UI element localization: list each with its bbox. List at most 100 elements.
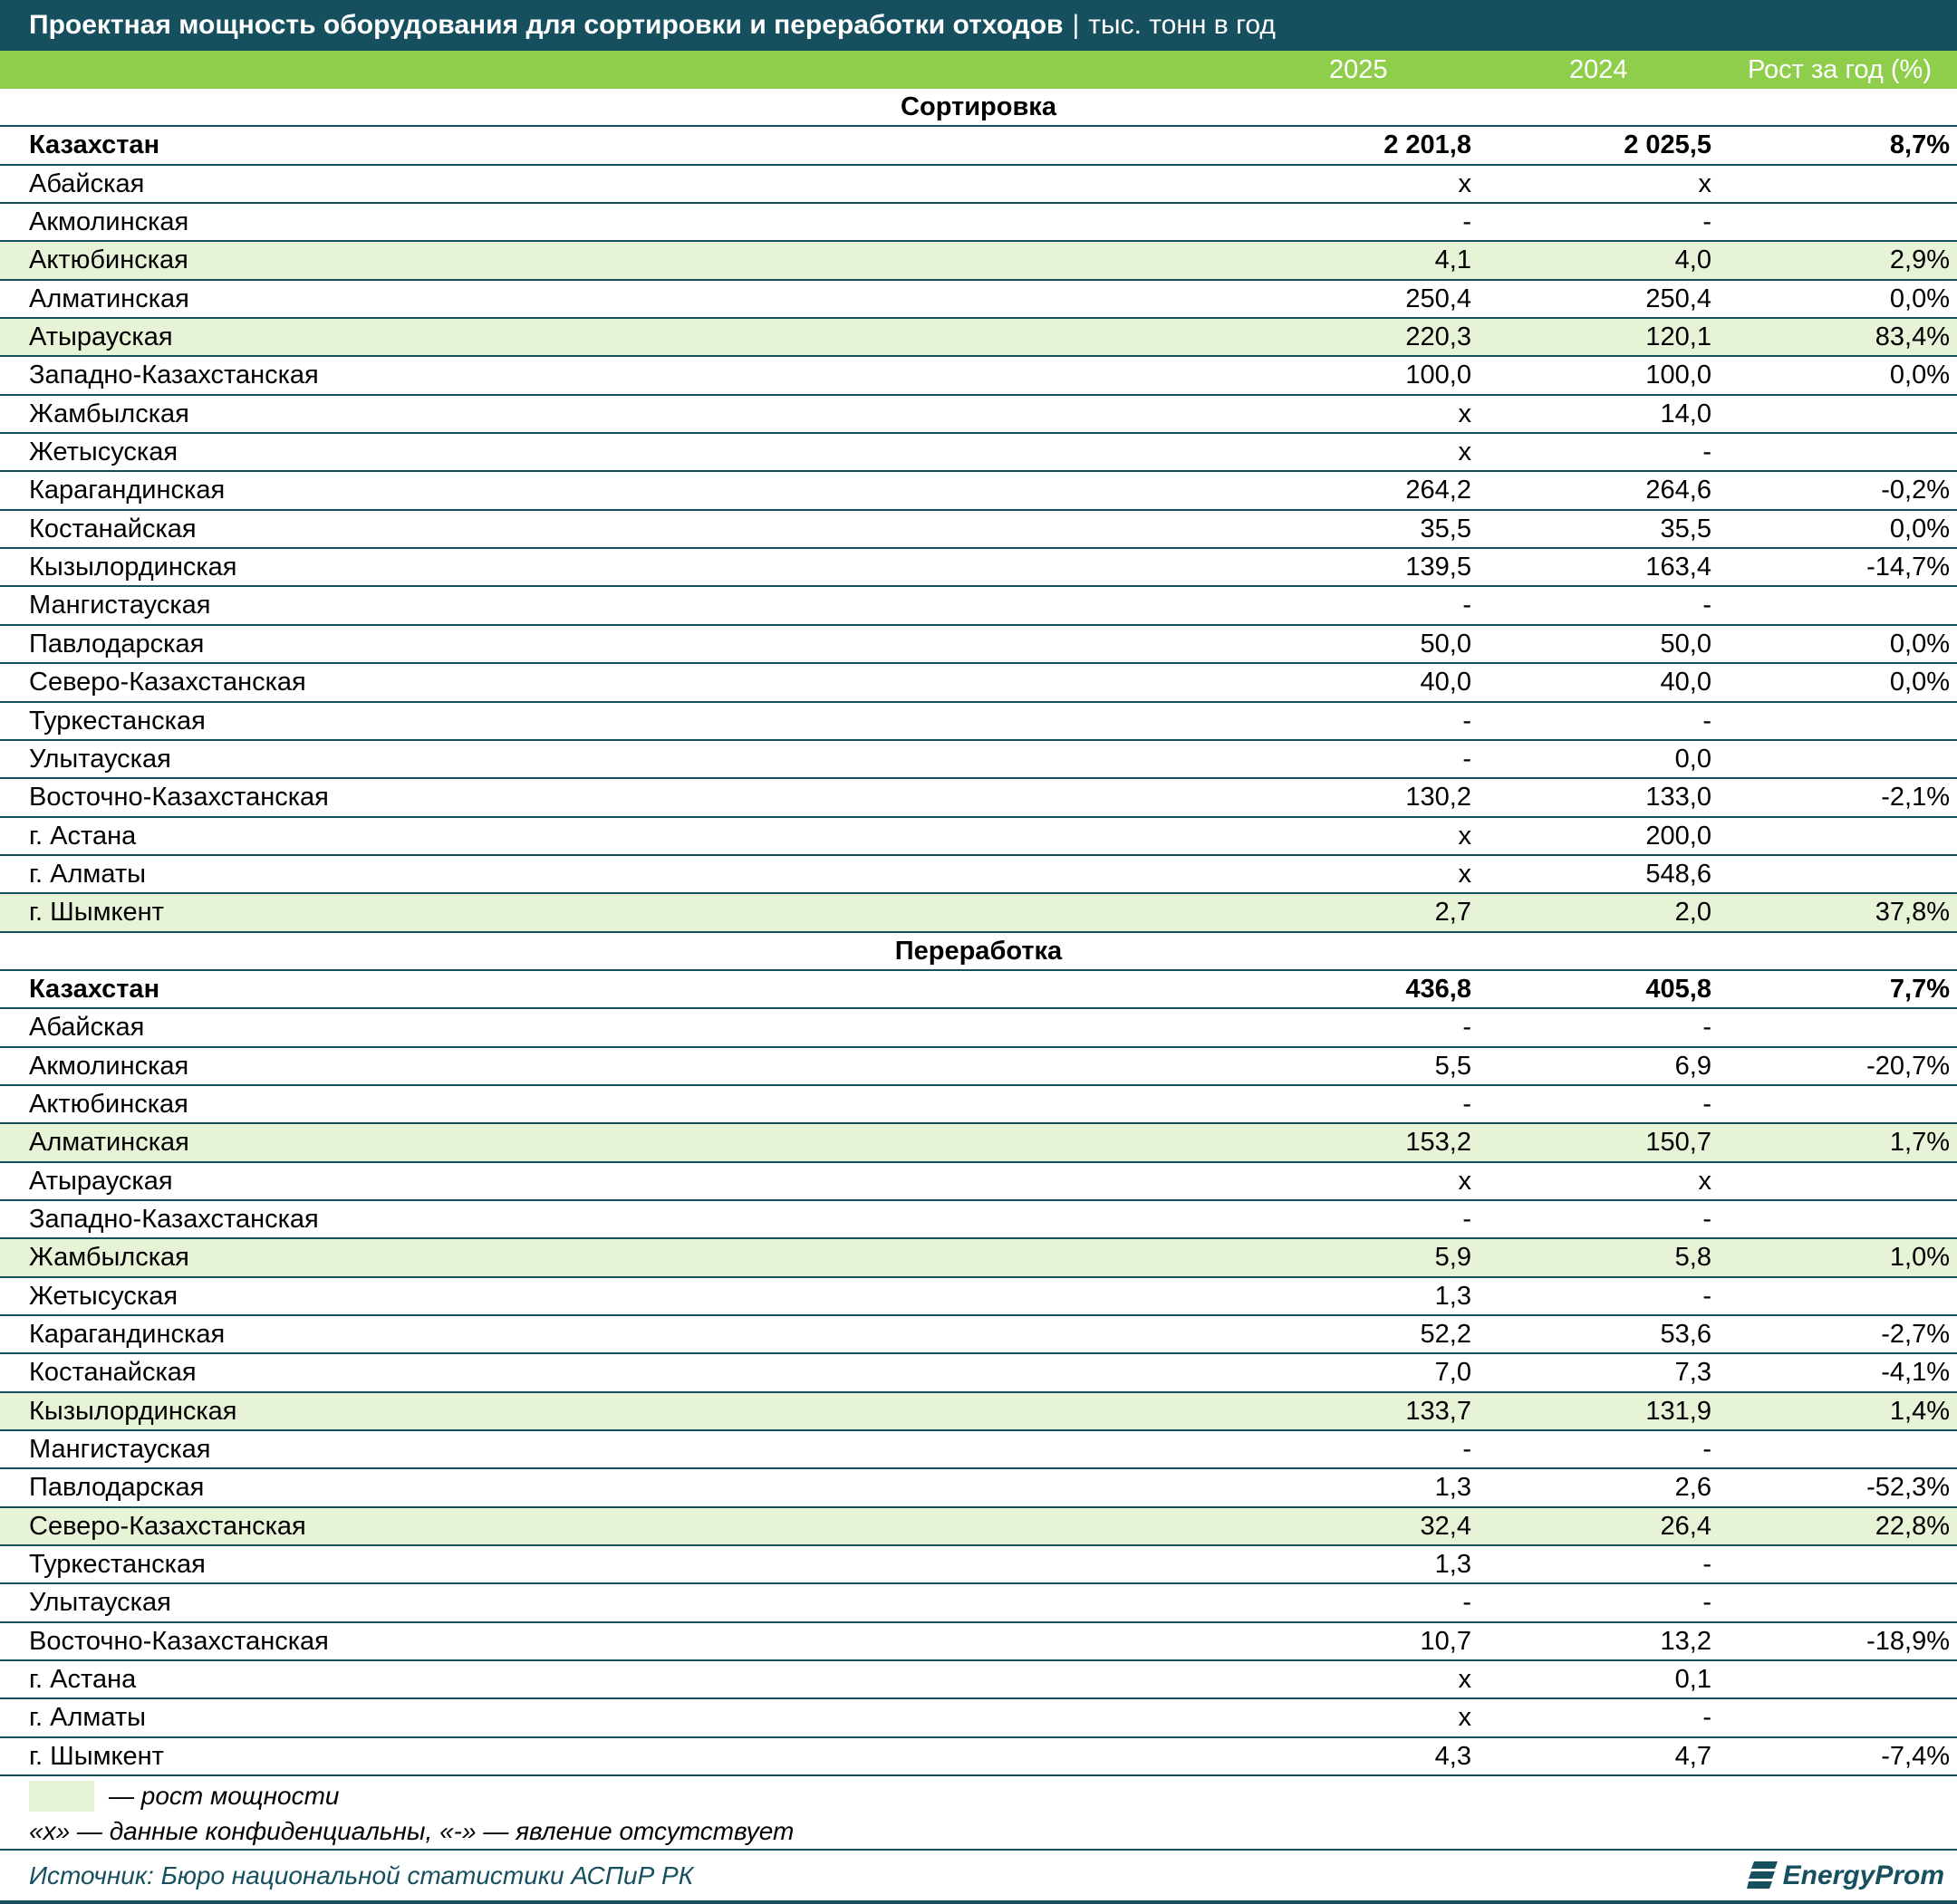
region-name: Карагандинская: [29, 1320, 226, 1349]
growth-value: -0,2%: [1881, 476, 1950, 505]
growth-value: 83,4%: [1875, 322, 1950, 352]
table-row: Туркестанская 1,3 -: [0, 1546, 1957, 1585]
region-name: Туркестанская: [29, 706, 206, 736]
growth-value: 1,0%: [1889, 1243, 1950, 1273]
value-2025: 32,4: [1420, 1511, 1471, 1541]
value-2025: 50,0: [1420, 629, 1471, 659]
table-row: Жетысуская х -: [0, 434, 1957, 473]
value-2024: 200,0: [1645, 821, 1711, 851]
value-2025: х: [1458, 168, 1472, 198]
region-name: Абайская: [29, 1013, 145, 1043]
region-name: Акмолинская: [29, 207, 189, 237]
section-title: Переработка: [894, 936, 1063, 966]
table-row: Акмолинская - -: [0, 204, 1957, 243]
value-2025: х: [1458, 859, 1472, 889]
table-row: Абайская х х: [0, 166, 1957, 205]
value-2025: 264,2: [1405, 476, 1471, 505]
value-2025: х: [1458, 1166, 1472, 1196]
region-name: Туркестанская: [29, 1550, 206, 1580]
region-name: Улытауская: [29, 1588, 171, 1618]
value-2024: -: [1702, 1703, 1711, 1733]
table-row: Улытауская - 0,0: [0, 741, 1957, 780]
growth-value: 37,8%: [1875, 898, 1950, 928]
value-2024: 2,0: [1674, 898, 1711, 928]
section-row: Сортировка: [0, 89, 1957, 128]
column-header-row: 2025 2024 Рост за год (%): [0, 51, 1957, 89]
table-row: г. Алматы х 548,6: [0, 856, 1957, 895]
table-row: Мангистауская - -: [0, 1431, 1957, 1470]
table-row: г. Астана х 0,1: [0, 1661, 1957, 1700]
table-row: Туркестанская - -: [0, 703, 1957, 741]
value-2025: 35,5: [1420, 514, 1471, 543]
region-name: Северо-Казахстанская: [29, 668, 306, 697]
value-2024: -: [1702, 207, 1711, 237]
table-row: Северо-Казахстанская 40,0 40,0 0,0%: [0, 664, 1957, 703]
table-row: Актюбинская 4,1 4,0 2,9%: [0, 242, 1957, 281]
value-2024: 150,7: [1645, 1128, 1711, 1158]
column-header-2024: 2024: [1569, 55, 1628, 84]
value-2024: 40,0: [1660, 668, 1711, 697]
table-row: Павлодарская 50,0 50,0 0,0%: [0, 626, 1957, 665]
region-name: Казахстан: [29, 974, 160, 1004]
growth-value: 0,0%: [1889, 668, 1950, 697]
value-2025: -: [1462, 591, 1471, 620]
region-name: Северо-Казахстанская: [29, 1511, 306, 1541]
region-name: Восточно-Казахстанская: [29, 1626, 329, 1656]
value-2024: 131,9: [1645, 1396, 1711, 1426]
value-2025: х: [1458, 438, 1472, 467]
value-2024: 4,0: [1674, 245, 1711, 275]
value-2024: 120,1: [1645, 322, 1711, 352]
table-row: Атырауская 220,3 120,1 83,4%: [0, 319, 1957, 358]
growth-value: 1,4%: [1889, 1396, 1950, 1426]
value-2025: 52,2: [1420, 1320, 1471, 1349]
value-2024: -: [1702, 1588, 1711, 1618]
value-2025: 250,4: [1405, 284, 1471, 313]
growth-value: 7,7%: [1889, 974, 1950, 1004]
value-2024: 5,8: [1674, 1243, 1711, 1273]
value-2024: -: [1702, 438, 1711, 467]
value-2025: 2,7: [1434, 898, 1471, 928]
region-name: Абайская: [29, 168, 145, 198]
table-row: Карагандинская 264,2 264,6 -0,2%: [0, 472, 1957, 511]
growth-value: -7,4%: [1881, 1741, 1950, 1771]
value-2024: -: [1702, 591, 1711, 620]
value-2025: х: [1458, 821, 1472, 851]
table-row: Павлодарская 1,3 2,6 -52,3%: [0, 1469, 1957, 1508]
region-name: Акмолинская: [29, 1051, 189, 1081]
region-name: Павлодарская: [29, 629, 205, 659]
growth-value: -2,1%: [1881, 783, 1950, 813]
legend-notes-text: «х» — данные конфиденциальны, «-» — явле…: [29, 1817, 795, 1845]
value-2024: 0,0: [1674, 744, 1711, 774]
region-name: Костанайская: [29, 1358, 197, 1388]
table-header-bar: Проектная мощность оборудования для сорт…: [0, 0, 1957, 51]
table-row: Восточно-Казахстанская 130,2 133,0 -2,1%: [0, 779, 1957, 818]
energyprom-logo-icon: [1746, 1861, 1778, 1889]
value-2025: 100,0: [1405, 361, 1471, 390]
energyprom-logo: EnergyProm: [1746, 1858, 1944, 1894]
region-name: Павлодарская: [29, 1473, 205, 1503]
value-2024: 35,5: [1660, 514, 1711, 543]
table-title: Проектная мощность оборудования для сорт…: [29, 10, 1064, 40]
title-separator: |: [1072, 10, 1080, 40]
region-name: Улытауская: [29, 744, 171, 774]
value-2024: 26,4: [1660, 1511, 1711, 1541]
value-2025: 1,3: [1434, 1473, 1471, 1503]
section-title: Сортировка: [901, 92, 1056, 121]
region-name: г. Астана: [29, 821, 137, 851]
region-name: Жетысуская: [29, 1281, 178, 1311]
growth-value: -4,1%: [1881, 1358, 1950, 1388]
value-2025: 4,1: [1434, 245, 1471, 275]
value-2025: х: [1458, 399, 1472, 428]
table-row: Жамбылская х 14,0: [0, 396, 1957, 435]
region-name: Карагандинская: [29, 476, 226, 505]
value-2024: 163,4: [1645, 553, 1711, 582]
value-2024: -: [1702, 1435, 1711, 1465]
growth-value: 0,0%: [1889, 361, 1950, 390]
table-row: г. Астана х 200,0: [0, 818, 1957, 856]
value-2025: 40,0: [1420, 668, 1471, 697]
value-2025: 153,2: [1405, 1128, 1471, 1158]
region-name: Казахстан: [29, 130, 160, 160]
value-2024: 405,8: [1645, 974, 1711, 1004]
value-2025: 5,5: [1434, 1051, 1471, 1081]
table-row: Алматинская 250,4 250,4 0,0%: [0, 281, 1957, 320]
